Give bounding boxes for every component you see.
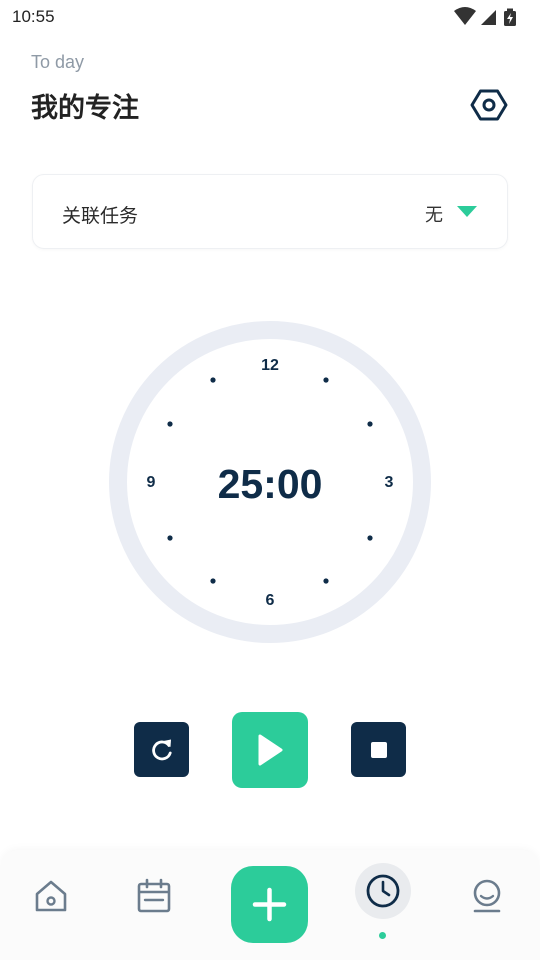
clock-tick xyxy=(323,578,329,584)
nav-calendar[interactable] xyxy=(137,878,171,918)
play-button[interactable] xyxy=(232,712,308,788)
page-subtitle: To day xyxy=(31,52,85,72)
nav-timer[interactable] xyxy=(355,863,411,919)
clock-tick xyxy=(167,535,173,541)
clock-tick xyxy=(367,421,373,427)
add-button[interactable] xyxy=(231,866,308,943)
clock-tick xyxy=(323,377,329,383)
clock-label-6: 6 xyxy=(266,592,275,609)
home-icon xyxy=(35,880,67,912)
play-icon xyxy=(258,734,283,766)
bottom-nav xyxy=(0,850,540,960)
clock-label-9: 9 xyxy=(147,474,156,491)
status-icons xyxy=(454,7,530,31)
clock-tick xyxy=(367,535,373,541)
battery-icon xyxy=(504,8,516,26)
plus-icon xyxy=(252,887,287,922)
linked-task-label: 关联任务 xyxy=(62,205,139,227)
page-title: 我的专注 xyxy=(31,93,139,124)
stop-icon xyxy=(370,741,387,758)
settings-button[interactable] xyxy=(470,86,508,124)
clock-label-3: 3 xyxy=(385,474,394,491)
caret-down-icon xyxy=(457,206,477,217)
clock-tick xyxy=(210,578,216,584)
stop-button[interactable] xyxy=(351,722,406,777)
reset-button[interactable] xyxy=(134,722,189,777)
hexagon-gear-icon xyxy=(470,89,508,121)
timer-clock: 12 3 6 9 25:00 xyxy=(109,321,431,643)
linked-task-value: 无 xyxy=(425,205,443,226)
signal-icon xyxy=(481,10,496,25)
status-bar: 10:55 xyxy=(0,0,540,34)
clock-tick xyxy=(210,377,216,383)
clock-icon xyxy=(366,874,400,908)
calendar-icon xyxy=(137,878,171,913)
timer-display: 25:00 xyxy=(218,461,323,507)
status-time: 10:55 xyxy=(12,7,55,26)
linked-task-selector[interactable]: 关联任务 无 xyxy=(32,174,508,249)
clock-label-12: 12 xyxy=(261,357,279,374)
refresh-icon xyxy=(151,739,172,760)
nav-home[interactable] xyxy=(33,878,69,918)
active-indicator-dot xyxy=(379,932,386,939)
profile-icon xyxy=(473,879,501,913)
clock-tick xyxy=(167,421,173,427)
wifi-icon xyxy=(454,7,476,25)
nav-profile[interactable] xyxy=(470,878,504,918)
